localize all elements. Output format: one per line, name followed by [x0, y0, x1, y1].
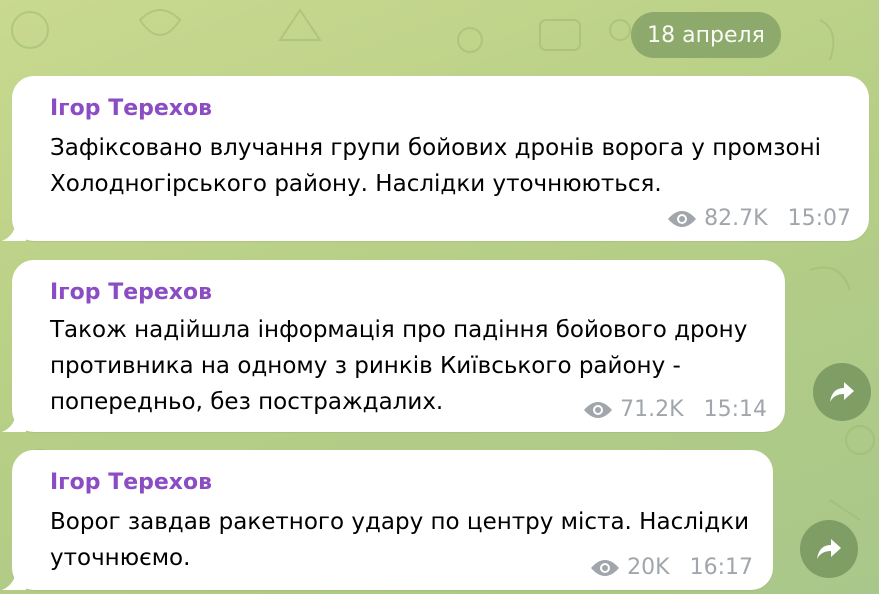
views-counter: 82.7K — [666, 206, 768, 231]
date-label: 18 апреля — [647, 22, 765, 48]
message-bubble[interactable]: Ігор Терехов Також надійшла інформація п… — [2, 260, 785, 432]
views-count: 71.2K — [620, 397, 684, 422]
eye-icon — [584, 401, 613, 418]
share-arrow-icon — [817, 539, 841, 559]
sender-name[interactable]: Ігор Терехов — [50, 470, 212, 495]
message-time: 15:07 — [787, 206, 851, 231]
eye-icon — [591, 559, 620, 576]
date-separator: 18 апреля — [631, 12, 781, 58]
message-meta: 71.2K 15:14 — [582, 397, 767, 422]
share-button[interactable] — [800, 520, 858, 578]
views-counter: 20K — [589, 555, 670, 580]
eye-icon — [668, 210, 697, 227]
share-button[interactable] — [813, 363, 871, 421]
message-text: Зафіксовано влучання групи бойових дроні… — [50, 135, 822, 197]
bubble-tail — [2, 219, 26, 241]
sender-name[interactable]: Ігор Терехов — [50, 280, 212, 305]
views-count: 20K — [627, 555, 670, 580]
message-meta: 20K 16:17 — [589, 555, 753, 580]
views-count: 82.7K — [704, 206, 768, 231]
message-time: 15:14 — [703, 397, 767, 422]
sender-name[interactable]: Ігор Терехов — [50, 96, 212, 121]
message-bubble[interactable]: Ігор Терехов Ворог завдав ракетного удар… — [2, 450, 773, 590]
message-time: 16:17 — [689, 555, 753, 580]
message-meta: 82.7K 15:07 — [666, 206, 851, 231]
bubble-tail — [2, 410, 26, 432]
bubble-tail — [2, 568, 26, 590]
share-arrow-icon — [830, 382, 854, 402]
views-counter: 71.2K — [582, 397, 684, 422]
message-bubble[interactable]: Ігор Терехов Зафіксовано влучання групи … — [2, 76, 869, 241]
